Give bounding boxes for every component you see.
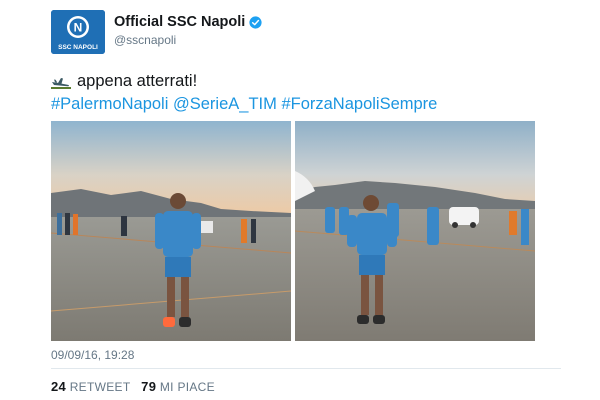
mention-seriea-tim[interactable]: @SerieA_TIM — [173, 95, 277, 113]
photo-airport-tarmac-player-1 — [51, 121, 291, 341]
tweet-text-line: appena atterrati! — [51, 72, 197, 91]
tweet-text: appena atterrati! — [77, 72, 198, 90]
stats-divider — [51, 368, 561, 369]
account-handle[interactable]: @sscnapoli — [114, 33, 262, 47]
like-count: 79 — [141, 379, 157, 394]
verified-badge-icon — [249, 15, 262, 29]
retweet-label: RETWEET — [69, 380, 131, 394]
tweet-stats: 24 RETWEET 79 MI PIACE — [51, 379, 215, 394]
like-label: MI PIACE — [159, 380, 215, 394]
tweet-timestamp[interactable]: 09/09/16, 19:28 — [51, 348, 134, 362]
display-name[interactable]: Official SSC Napoli — [114, 14, 245, 30]
hashtag-palermonapoli[interactable]: #PalermoNapoli — [51, 95, 168, 113]
photo-airport-tarmac-player-2 — [295, 121, 535, 341]
hashtag-forzanapolisempre[interactable]: #ForzaNapoliSempre — [281, 95, 437, 113]
avatar-text: SSC NAPOLI — [58, 44, 98, 51]
avatar-letter: N — [74, 21, 83, 35]
profile-avatar[interactable]: N SSC NAPOLI — [51, 10, 105, 54]
retweet-count: 24 — [51, 379, 67, 394]
ssc-napoli-logo-icon: N SSC NAPOLI — [51, 10, 105, 54]
display-name-row[interactable]: Official SSC Napoli — [114, 14, 262, 30]
tweet-photo-2[interactable] — [295, 121, 535, 341]
like-stat[interactable]: 79 MI PIACE — [141, 379, 215, 394]
airplane-arriving-icon — [51, 77, 71, 89]
tweet-photo-1[interactable] — [51, 121, 291, 341]
account-header: Official SSC Napoli @sscnapoli — [114, 14, 262, 47]
retweet-stat[interactable]: 24 RETWEET — [51, 379, 131, 394]
tweet-hashtags: #PalermoNapoli @SerieA_TIM #ForzaNapoliS… — [51, 95, 437, 114]
